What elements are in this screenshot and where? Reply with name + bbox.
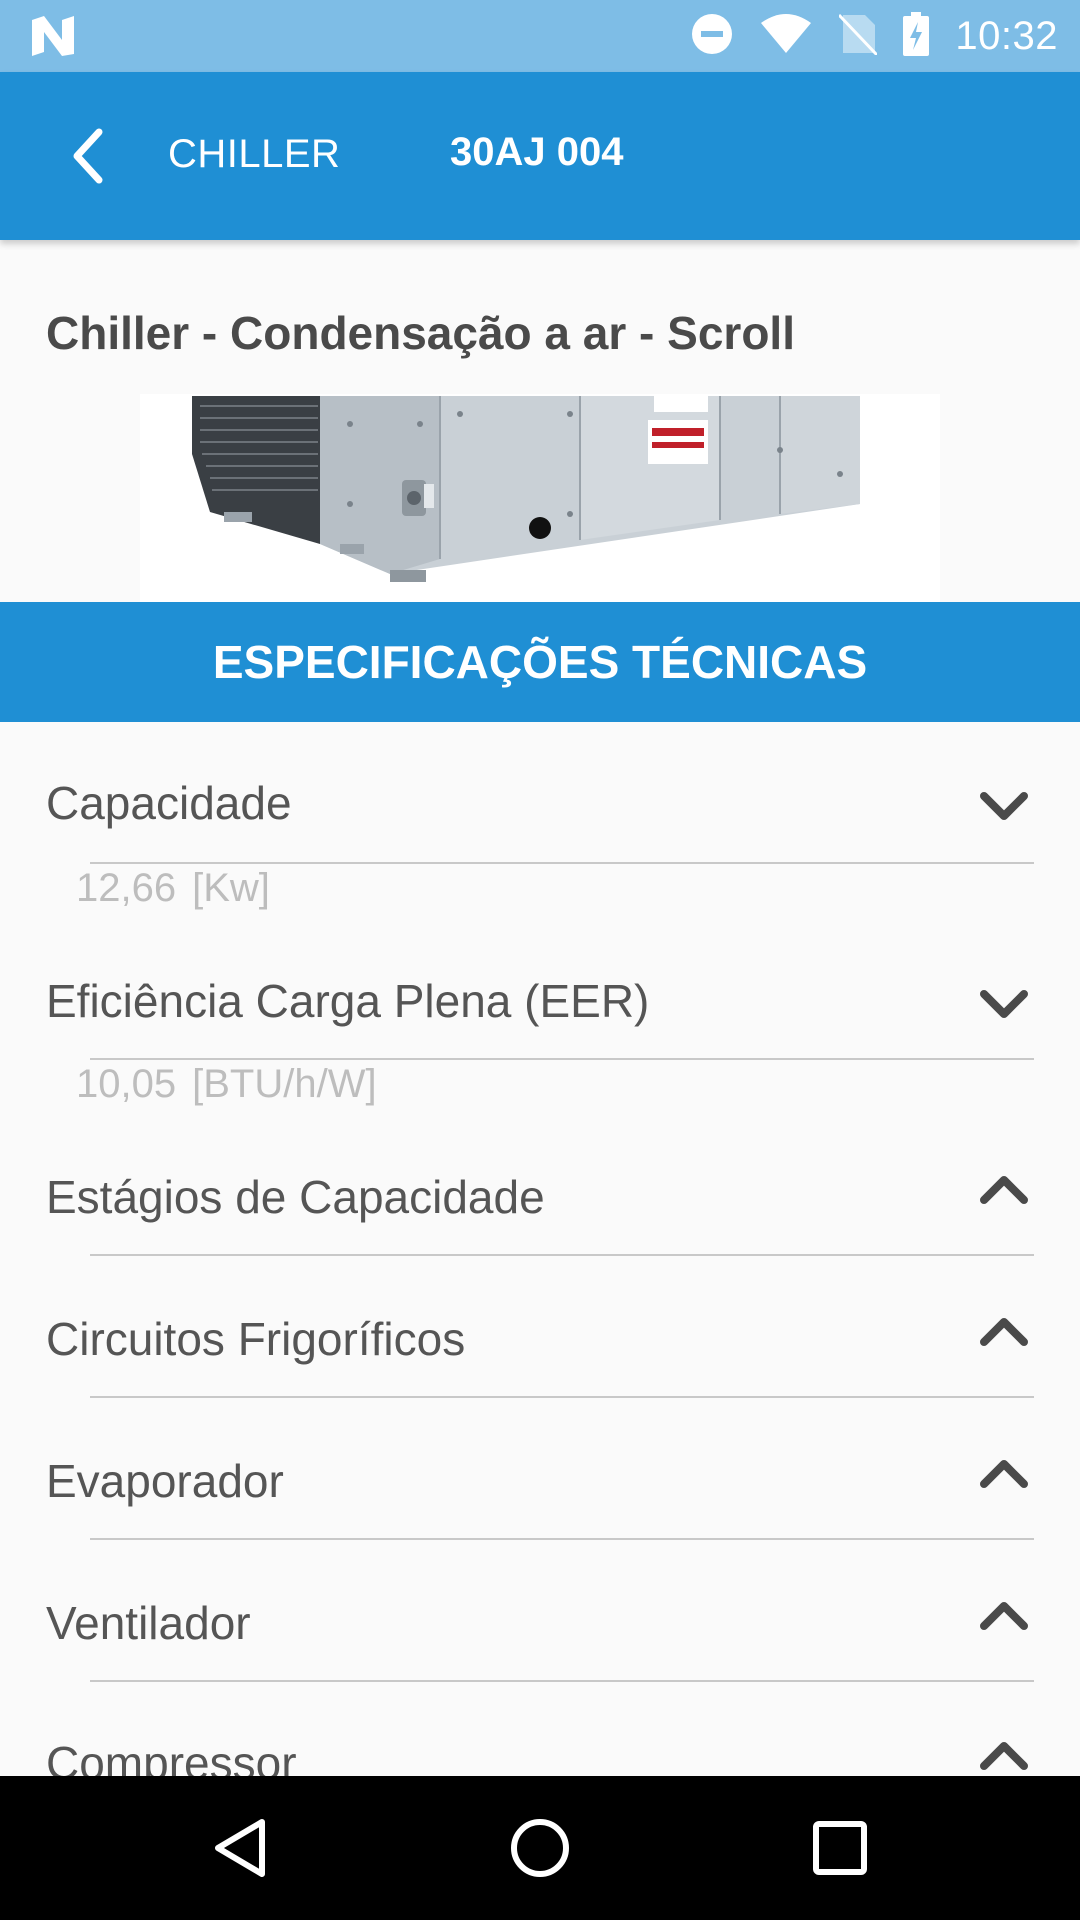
spec-value-number: 12,66 [76, 866, 177, 910]
nav-recents-button[interactable] [798, 1806, 882, 1890]
chevron-down-icon [980, 990, 1028, 1018]
spec-row-circuitos[interactable]: Circuitos Frigoríficos [0, 1256, 1080, 1398]
nav-back-button[interactable] [198, 1806, 282, 1890]
section-title: ESPECIFICAÇÕES TÉCNICAS [212, 636, 868, 688]
app-bar: CHILLER 30AJ 004 [0, 72, 1080, 240]
divider [90, 1058, 1034, 1060]
product-title: Chiller - Condensação a ar - Scroll [46, 307, 795, 359]
status-time: 10:32 [955, 13, 1058, 58]
spec-value: 12,66 [Kw] [76, 866, 270, 911]
spec-value-number: 10,05 [76, 1062, 177, 1106]
square-recents-icon [813, 1821, 867, 1875]
spec-label: Circuitos Frigoríficos [46, 1313, 466, 1365]
chevron-left-icon [73, 128, 103, 184]
divider [90, 862, 1034, 864]
spec-row-evaporador[interactable]: Evaporador [0, 1398, 1080, 1540]
circle-home-icon [511, 1819, 569, 1877]
status-bar: 10:32 [0, 0, 1080, 72]
wifi-icon [759, 13, 813, 60]
breadcrumb[interactable]: CHILLER [168, 132, 340, 177]
chevron-down-icon [980, 792, 1028, 820]
spec-row-eer[interactable]: Eficiência Carga Plena (EER) 10,05 [BTU/h… [0, 918, 1080, 1114]
n-notification-icon [30, 14, 76, 58]
chevron-up-icon [980, 1176, 1028, 1204]
spec-value: 10,05 [BTU/h/W] [76, 1062, 377, 1107]
spec-row-ventilador[interactable]: Ventilador [0, 1540, 1080, 1682]
spec-label: Estágios de Capacidade [46, 1171, 545, 1223]
triangle-back-icon [215, 1819, 265, 1877]
do-not-disturb-icon [691, 13, 733, 60]
section-header: ESPECIFICAÇÕES TÉCNICAS [0, 602, 1080, 722]
chevron-up-icon [980, 1460, 1028, 1488]
navigation-bar [0, 1776, 1080, 1920]
spec-label: Ventilador [46, 1597, 251, 1649]
spec-row-compressor[interactable]: Compressor [0, 1682, 1080, 1776]
spec-row-capacidade[interactable]: Capacidade 12,66 [Kw] [0, 722, 1080, 918]
spec-label: Evaporador [46, 1455, 284, 1507]
chevron-up-icon [980, 1318, 1028, 1346]
nav-home-button[interactable] [498, 1806, 582, 1890]
spec-label: Capacidade [46, 777, 292, 829]
spec-row-estagios[interactable]: Estágios de Capacidade [0, 1114, 1080, 1256]
no-sim-icon [838, 13, 879, 60]
battery-charging-icon [903, 11, 930, 61]
back-button[interactable] [52, 120, 122, 192]
spec-label: Compressor [46, 1737, 297, 1776]
spec-value-unit: [Kw] [192, 866, 270, 910]
chevron-up-icon [980, 1602, 1028, 1630]
chevron-up-icon [980, 1742, 1028, 1770]
page-title: 30AJ 004 [450, 130, 624, 174]
product-image [140, 394, 940, 602]
spec-label: Eficiência Carga Plena (EER) [46, 975, 650, 1027]
spec-value-unit: [BTU/h/W] [192, 1062, 377, 1106]
